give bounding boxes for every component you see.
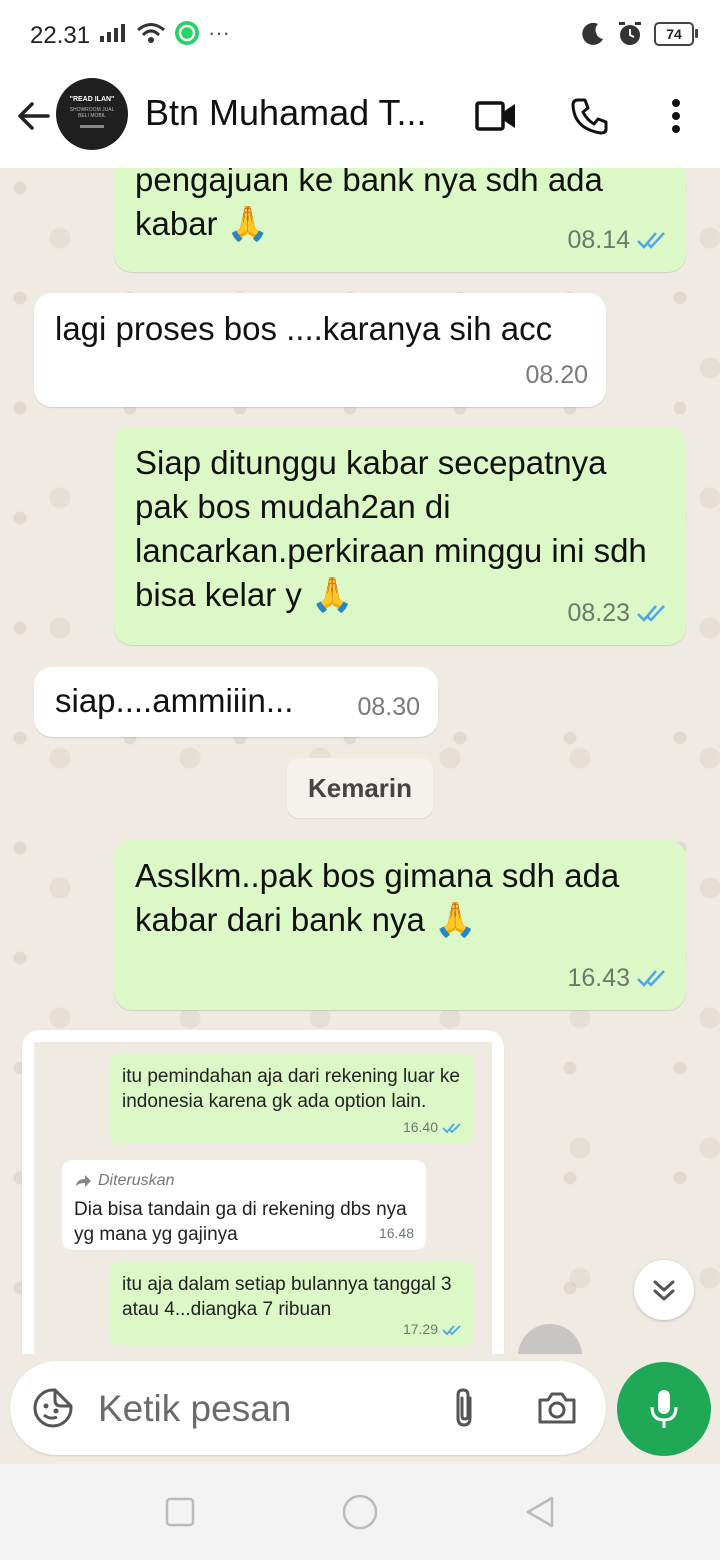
video-call-button[interactable]: [472, 92, 520, 140]
message-bubble-incoming[interactable]: siap....ammiiin... 08.30: [34, 667, 438, 737]
double-check-read-icon: [442, 1324, 461, 1335]
avatar-text: "READ ILAN": [69, 96, 115, 103]
more-vert-icon: [672, 99, 680, 133]
image-chat-time: 17.29: [402, 1321, 438, 1337]
phone-icon: [571, 98, 608, 135]
status-right: 74: [580, 20, 698, 48]
message-bubble-outgoing[interactable]: Siap ditunggu kabar secepatnya pak bos m…: [114, 427, 686, 645]
voice-message-button[interactable]: [617, 1362, 711, 1456]
message-bubble-outgoing[interactable]: pengajuan ke bank nya sdh ada kabar 🙏 08…: [114, 168, 686, 272]
video-call-icon: [475, 101, 515, 131]
image-chat-text: itu aja dalam setiap bulannya tanggal 3 …: [122, 1274, 452, 1320]
contact-name[interactable]: Btn Muhamad T...: [145, 92, 426, 134]
message-time: 08.14: [567, 226, 630, 254]
chevron-double-down-icon: [653, 1280, 675, 1301]
double-check-read-icon: [637, 232, 665, 249]
image-chat-bubble-outgoing: itu pemindahan aja dari rekening luar ke…: [110, 1054, 474, 1144]
chat-header: "READ ILAN" SHOWROOM JUAL BELI MOBIL Btn…: [0, 72, 720, 169]
battery-indicator: 74: [654, 22, 698, 46]
avatar-subtext: SHOWROOM JUAL BELI MOBIL: [69, 107, 115, 119]
home-button[interactable]: [340, 1492, 380, 1532]
status-icons: ···: [98, 20, 230, 46]
image-chat-meta: 17.29: [403, 1317, 462, 1342]
message-meta: 16.43: [567, 956, 668, 1000]
more-options-button[interactable]: [652, 92, 700, 140]
share-image-button[interactable]: [518, 1324, 582, 1354]
message-time: 08.30: [357, 693, 420, 721]
back-button[interactable]: [12, 94, 56, 138]
forwarded-text: Diteruskan: [98, 1172, 175, 1189]
more-notifications-icon: ···: [208, 20, 230, 45]
message-text: pengajuan ke bank nya sdh ada kabar: [135, 168, 603, 242]
message-bubble-outgoing[interactable]: Asslkm..pak bos gimana sdh ada kabar dar…: [114, 840, 686, 1010]
message-meta: 08.23: [567, 591, 668, 635]
screenshot-image: itu pemindahan aja dari rekening luar ke…: [34, 1042, 492, 1354]
message-text: lagi proses bos ....karanya sih acc: [55, 310, 553, 347]
recents-button[interactable]: [160, 1492, 200, 1532]
mic-icon: [650, 1390, 678, 1428]
date-divider: Kemarin: [287, 758, 433, 818]
voice-call-button[interactable]: [566, 92, 614, 140]
wifi-icon: [137, 23, 165, 43]
image-chat-time: 16.40: [402, 1119, 438, 1135]
status-bar: 22.31 ··· 74: [0, 0, 720, 72]
alarm-icon: [619, 22, 641, 45]
image-chat-bubble-outgoing: itu aja dalam setiap bulannya tanggal 3 …: [110, 1262, 474, 1346]
image-chat-text: Dia bisa tandain ga di rekening dbs nya …: [74, 1199, 407, 1245]
back-arrow-icon: [18, 102, 50, 130]
circle-home-icon: [342, 1494, 378, 1530]
image-chat-bubble-incoming: Diteruskan Dia bisa tandain ga di rekeni…: [62, 1160, 426, 1250]
image-chat-meta: 16.48: [379, 1221, 414, 1246]
message-text: Asslkm..pak bos gimana sdh ada kabar dar…: [135, 857, 620, 938]
message-input[interactable]: [96, 1379, 430, 1439]
double-check-read-icon: [637, 605, 665, 622]
sticker-button[interactable]: [28, 1383, 78, 1433]
whatsapp-notification-icon: [175, 21, 199, 45]
sticker-icon: [33, 1388, 73, 1428]
system-navigation-bar: [0, 1464, 720, 1560]
double-check-read-icon: [442, 1122, 461, 1133]
pray-emoji: 🙏: [226, 205, 270, 243]
square-recents-icon: [165, 1497, 195, 1527]
double-check-read-icon: [637, 970, 665, 987]
contact-avatar[interactable]: "READ ILAN" SHOWROOM JUAL BELI MOBIL: [56, 78, 128, 150]
battery-level: 74: [666, 26, 682, 42]
camera-icon: [538, 1392, 576, 1424]
camera-button[interactable]: [532, 1383, 582, 1433]
scroll-to-bottom-button[interactable]: [634, 1260, 694, 1320]
paperclip-icon: [456, 1388, 472, 1427]
pray-emoji: 🙏: [311, 576, 354, 614]
forwarded-label: Diteruskan: [74, 1168, 414, 1193]
signal-icon: [100, 24, 125, 42]
triangle-back-icon: [526, 1496, 554, 1528]
avatar-bar: [80, 125, 104, 128]
message-meta: 08.30: [357, 685, 420, 729]
message-text: Siap ditunggu kabar secepatnya pak bos m…: [135, 444, 647, 613]
chat-area[interactable]: pengajuan ke bank nya sdh ada kabar 🙏 08…: [0, 168, 720, 1354]
image-chat-meta: 16.40: [403, 1115, 462, 1140]
image-chat-text: itu pemindahan aja dari rekening luar ke…: [122, 1066, 460, 1112]
message-meta: 08.20: [525, 353, 588, 397]
do-not-disturb-moon-icon: [582, 22, 603, 45]
pray-emoji: 🙏: [434, 901, 477, 939]
message-composer: [10, 1361, 606, 1455]
image-chat-time: 16.48: [378, 1225, 414, 1241]
message-time: 16.43: [567, 964, 630, 992]
message-bubble-incoming[interactable]: lagi proses bos ....karanya sih acc 08.2…: [34, 293, 606, 407]
forward-arrow-icon: [76, 1174, 91, 1187]
message-meta: 08.14: [567, 218, 668, 262]
message-time: 08.23: [567, 599, 630, 627]
message-time: 08.20: [525, 361, 588, 389]
attach-button[interactable]: [440, 1383, 490, 1433]
message-text: siap....ammiiin...: [55, 682, 294, 719]
image-message[interactable]: itu pemindahan aja dari rekening luar ke…: [22, 1030, 504, 1354]
status-time: 22.31: [30, 22, 91, 49]
back-nav-button[interactable]: [520, 1492, 560, 1532]
